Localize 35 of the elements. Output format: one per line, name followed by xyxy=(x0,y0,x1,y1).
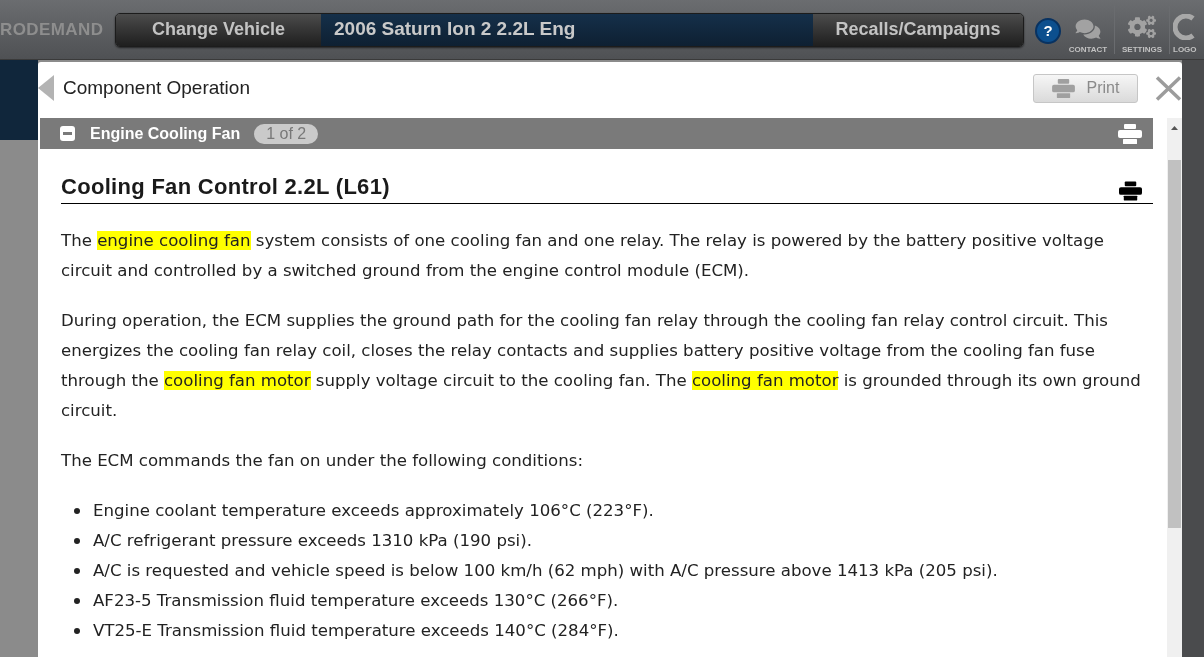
bullet-icon xyxy=(74,568,80,574)
page-count-pill: 1 of 2 xyxy=(254,123,319,144)
back-triangle-icon xyxy=(38,75,54,101)
logout-button[interactable]: LOGO xyxy=(1173,0,1197,60)
body-paragraph: The ECM commands the fan on under the following conditions: xyxy=(61,450,584,472)
logout-icon xyxy=(1173,13,1195,40)
printer-icon[interactable] xyxy=(1119,180,1142,201)
close-icon xyxy=(1155,75,1182,101)
collapse-icon[interactable] xyxy=(60,126,75,141)
scrollbar-thumb[interactable] xyxy=(1168,160,1181,528)
print-button[interactable]: Print xyxy=(1033,73,1138,103)
vehicle-display: 2006 Saturn Ion 2 2.2L Eng xyxy=(321,13,813,46)
condition-text: Engine coolant temperature exceeds approximately 106°C (223°F). xyxy=(93,499,654,522)
bullet-icon xyxy=(74,628,80,634)
help-button[interactable]: ? xyxy=(1035,17,1061,44)
recalls-campaigns-button[interactable]: Recalls/Campaigns xyxy=(813,13,1023,46)
condition-text: A/C refrigerant pressure exceeds 1310 kPa (190 psi). xyxy=(93,529,532,552)
condition-text: VT25-E Transmission fluid temperature exceeds 140°C (284°F). xyxy=(93,619,619,642)
bullet-icon xyxy=(74,598,80,604)
dialog-title: Component Operation xyxy=(63,75,250,100)
bullet-icon xyxy=(74,508,80,514)
settings-icon xyxy=(1128,13,1156,40)
close-button[interactable] xyxy=(1155,75,1182,101)
printer-icon xyxy=(1051,78,1075,98)
contact-button[interactable]: CONTACT xyxy=(1065,0,1111,60)
scroll-up-arrow-icon[interactable] xyxy=(1171,126,1178,130)
condition-text: A/C is requested and vehicle speed is below 100 km/h (62 mph) with A/C pressure above 1413 kPa (205 psi). xyxy=(93,559,998,582)
settings-button[interactable]: SETTINGS xyxy=(1118,0,1166,60)
article-heading: Cooling Fan Control 2.2L (L61) xyxy=(61,175,390,198)
condition-text: AF23-5 Transmission fluid temperature exceeds 130°C (266°F). xyxy=(93,589,619,612)
bullet-icon xyxy=(74,538,80,544)
section-title: Engine Cooling Fan xyxy=(90,123,241,144)
chat-bubbles-icon xyxy=(1075,17,1101,40)
body-paragraph: The engine cooling fan system consists of one cooling fan and one relay. The relay is powered by the battery positive voltage circuit and controlled by a switched ground from the engine control module (ECM). xyxy=(61,230,1105,282)
change-vehicle-button[interactable]: Change Vehicle xyxy=(116,13,321,46)
